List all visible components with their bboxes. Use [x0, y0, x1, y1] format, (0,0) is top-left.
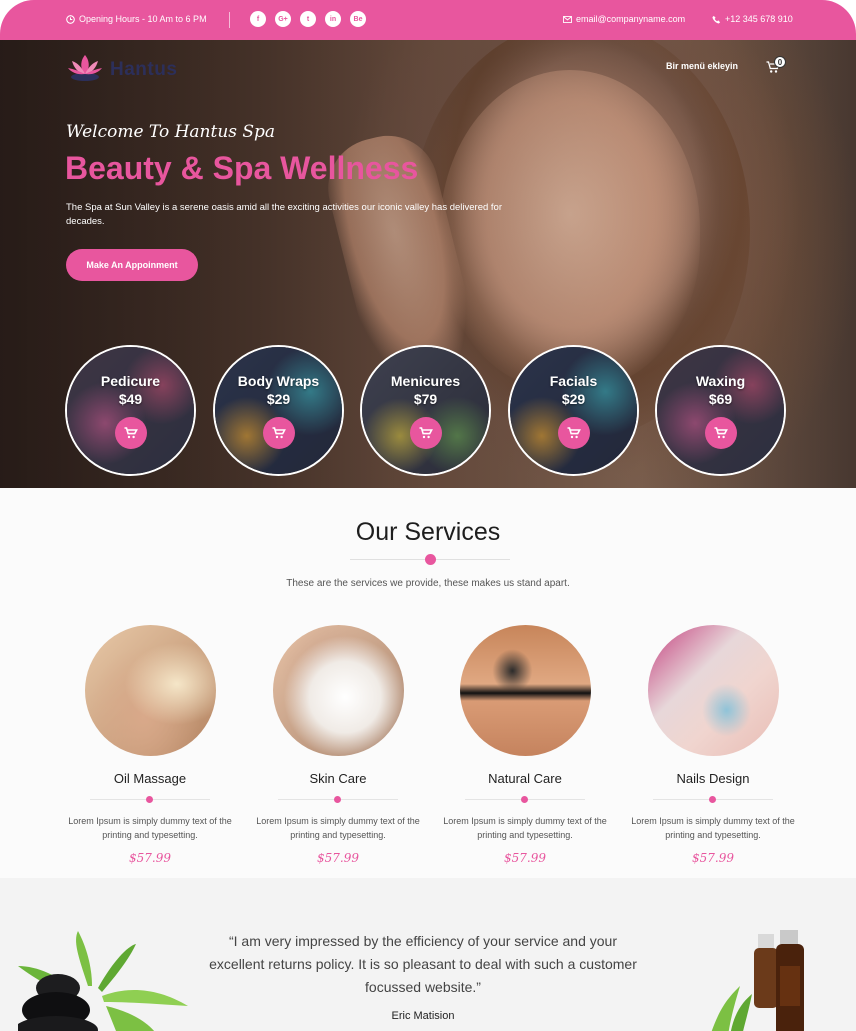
cart-icon [567, 427, 581, 439]
product-name: Body Wraps [237, 373, 320, 389]
product-overlay [215, 347, 342, 474]
cart-icon [419, 427, 433, 439]
product-card-body-wraps[interactable]: Body Wraps $29 [213, 345, 344, 476]
cart-button[interactable]: 0 [766, 56, 788, 73]
product-name: Pedicure [100, 373, 161, 389]
product-name: Menicures [390, 373, 461, 389]
phone-link[interactable]: +12 345 678 910 [712, 14, 793, 24]
service-title[interactable]: Natural Care [440, 771, 610, 786]
hero-title: Beauty & Spa Wellness [65, 150, 419, 186]
cart-icon [124, 427, 138, 439]
service-title[interactable]: Oil Massage [65, 771, 235, 786]
service-divider [90, 796, 210, 803]
add-to-cart-button[interactable] [705, 417, 737, 449]
behance-icon[interactable]: Be [350, 11, 366, 27]
testimonial-section: “I am very impressed by the efficiency o… [0, 878, 856, 1031]
phone-icon [712, 15, 721, 24]
linkedin-icon[interactable]: in [325, 11, 341, 27]
service-divider [278, 796, 398, 803]
product-name: Waxing [695, 373, 746, 389]
essential-oil-bottles-image [700, 926, 830, 1031]
product-overlay [657, 347, 784, 474]
service-divider [653, 796, 773, 803]
facebook-icon[interactable]: f [250, 11, 266, 27]
top-bar: Opening Hours - 10 Am to 6 PM f G+ t in … [0, 0, 856, 40]
product-name: Facials [549, 373, 598, 389]
opening-hours: Opening Hours - 10 Am to 6 PM [66, 14, 207, 24]
lotus-icon [66, 52, 104, 87]
services-section: Our Services These are the services we p… [0, 488, 856, 878]
product-price: $29 [266, 391, 291, 407]
service-price: $57.99 [317, 851, 359, 865]
service-title[interactable]: Nails Design [628, 771, 798, 786]
service-price: $57.99 [692, 851, 734, 865]
product-price: $49 [118, 391, 143, 407]
logo-text: Hantus [110, 58, 178, 80]
service-image[interactable] [459, 625, 591, 756]
service-card-skin-care[interactable]: Skin Care Lorem Ipsum is simply dummy te… [253, 625, 423, 865]
envelope-icon [563, 15, 572, 24]
phone-text: +12 345 678 910 [725, 14, 793, 24]
cart-count-badge: 0 [774, 56, 786, 68]
product-overlay [67, 347, 194, 474]
product-card-pedicure[interactable]: Pedicure $49 [65, 345, 196, 476]
product-overlay [510, 347, 637, 474]
product-price: $69 [708, 391, 733, 407]
service-divider [465, 796, 585, 803]
nav-menu-item[interactable]: Bir menü ekleyin [666, 61, 738, 71]
add-to-cart-button[interactable] [115, 417, 147, 449]
cart-icon [714, 427, 728, 439]
product-price: $79 [413, 391, 438, 407]
service-card-natural-care[interactable]: Natural Care Lorem Ipsum is simply dummy… [440, 625, 610, 865]
service-description: Lorem Ipsum is simply dummy text of the … [631, 816, 795, 840]
service-title[interactable]: Skin Care [253, 771, 423, 786]
service-card-oil-massage[interactable]: Oil Massage Lorem Ipsum is simply dummy … [65, 625, 235, 865]
opening-hours-text: Opening Hours - 10 Am to 6 PM [79, 14, 207, 24]
twitter-icon[interactable]: t [300, 11, 316, 27]
product-card-menicures[interactable]: Menicures $79 [360, 345, 491, 476]
services-subtitle: These are the services we provide, these… [286, 578, 570, 589]
make-appointment-button[interactable]: Make An Appoinment [66, 249, 198, 281]
product-price: $29 [561, 391, 586, 407]
service-card-nails-design[interactable]: Nails Design Lorem Ipsum is simply dummy… [628, 625, 798, 865]
service-price: $57.99 [129, 851, 171, 865]
add-to-cart-button[interactable] [558, 417, 590, 449]
google-plus-icon[interactable]: G+ [275, 11, 291, 27]
service-description: Lorem Ipsum is simply dummy text of the … [443, 816, 607, 840]
hero-banner: Hantus Bir menü ekleyin 0 Welcome To Han… [0, 40, 856, 488]
add-to-cart-button[interactable] [263, 417, 295, 449]
social-links: f G+ t in Be [250, 11, 366, 27]
email-text: email@companyname.com [576, 14, 686, 24]
clock-icon [66, 14, 75, 24]
topbar-divider [229, 12, 230, 28]
service-image[interactable] [647, 625, 779, 756]
service-description: Lorem Ipsum is simply dummy text of the … [68, 816, 232, 840]
hero-description: The Spa at Sun Valley is a serene oasis … [66, 202, 502, 227]
add-to-cart-button[interactable] [410, 417, 442, 449]
service-price: $57.99 [504, 851, 546, 865]
testimonial-quote: “I am very impressed by the efficiency o… [209, 933, 637, 995]
email-link[interactable]: email@companyname.com [563, 14, 685, 24]
product-card-facials[interactable]: Facials $29 [508, 345, 639, 476]
service-image[interactable] [84, 625, 216, 756]
services-title: Our Services [355, 518, 501, 546]
hero-welcome: Welcome To Hantus Spa [66, 122, 276, 142]
site-logo[interactable]: Hantus [66, 52, 177, 87]
title-divider-dot [425, 554, 436, 565]
product-card-waxing[interactable]: Waxing $69 [655, 345, 786, 476]
product-overlay [362, 347, 489, 474]
cart-icon [272, 427, 286, 439]
service-image[interactable] [272, 625, 404, 756]
service-description: Lorem Ipsum is simply dummy text of the … [256, 816, 420, 840]
